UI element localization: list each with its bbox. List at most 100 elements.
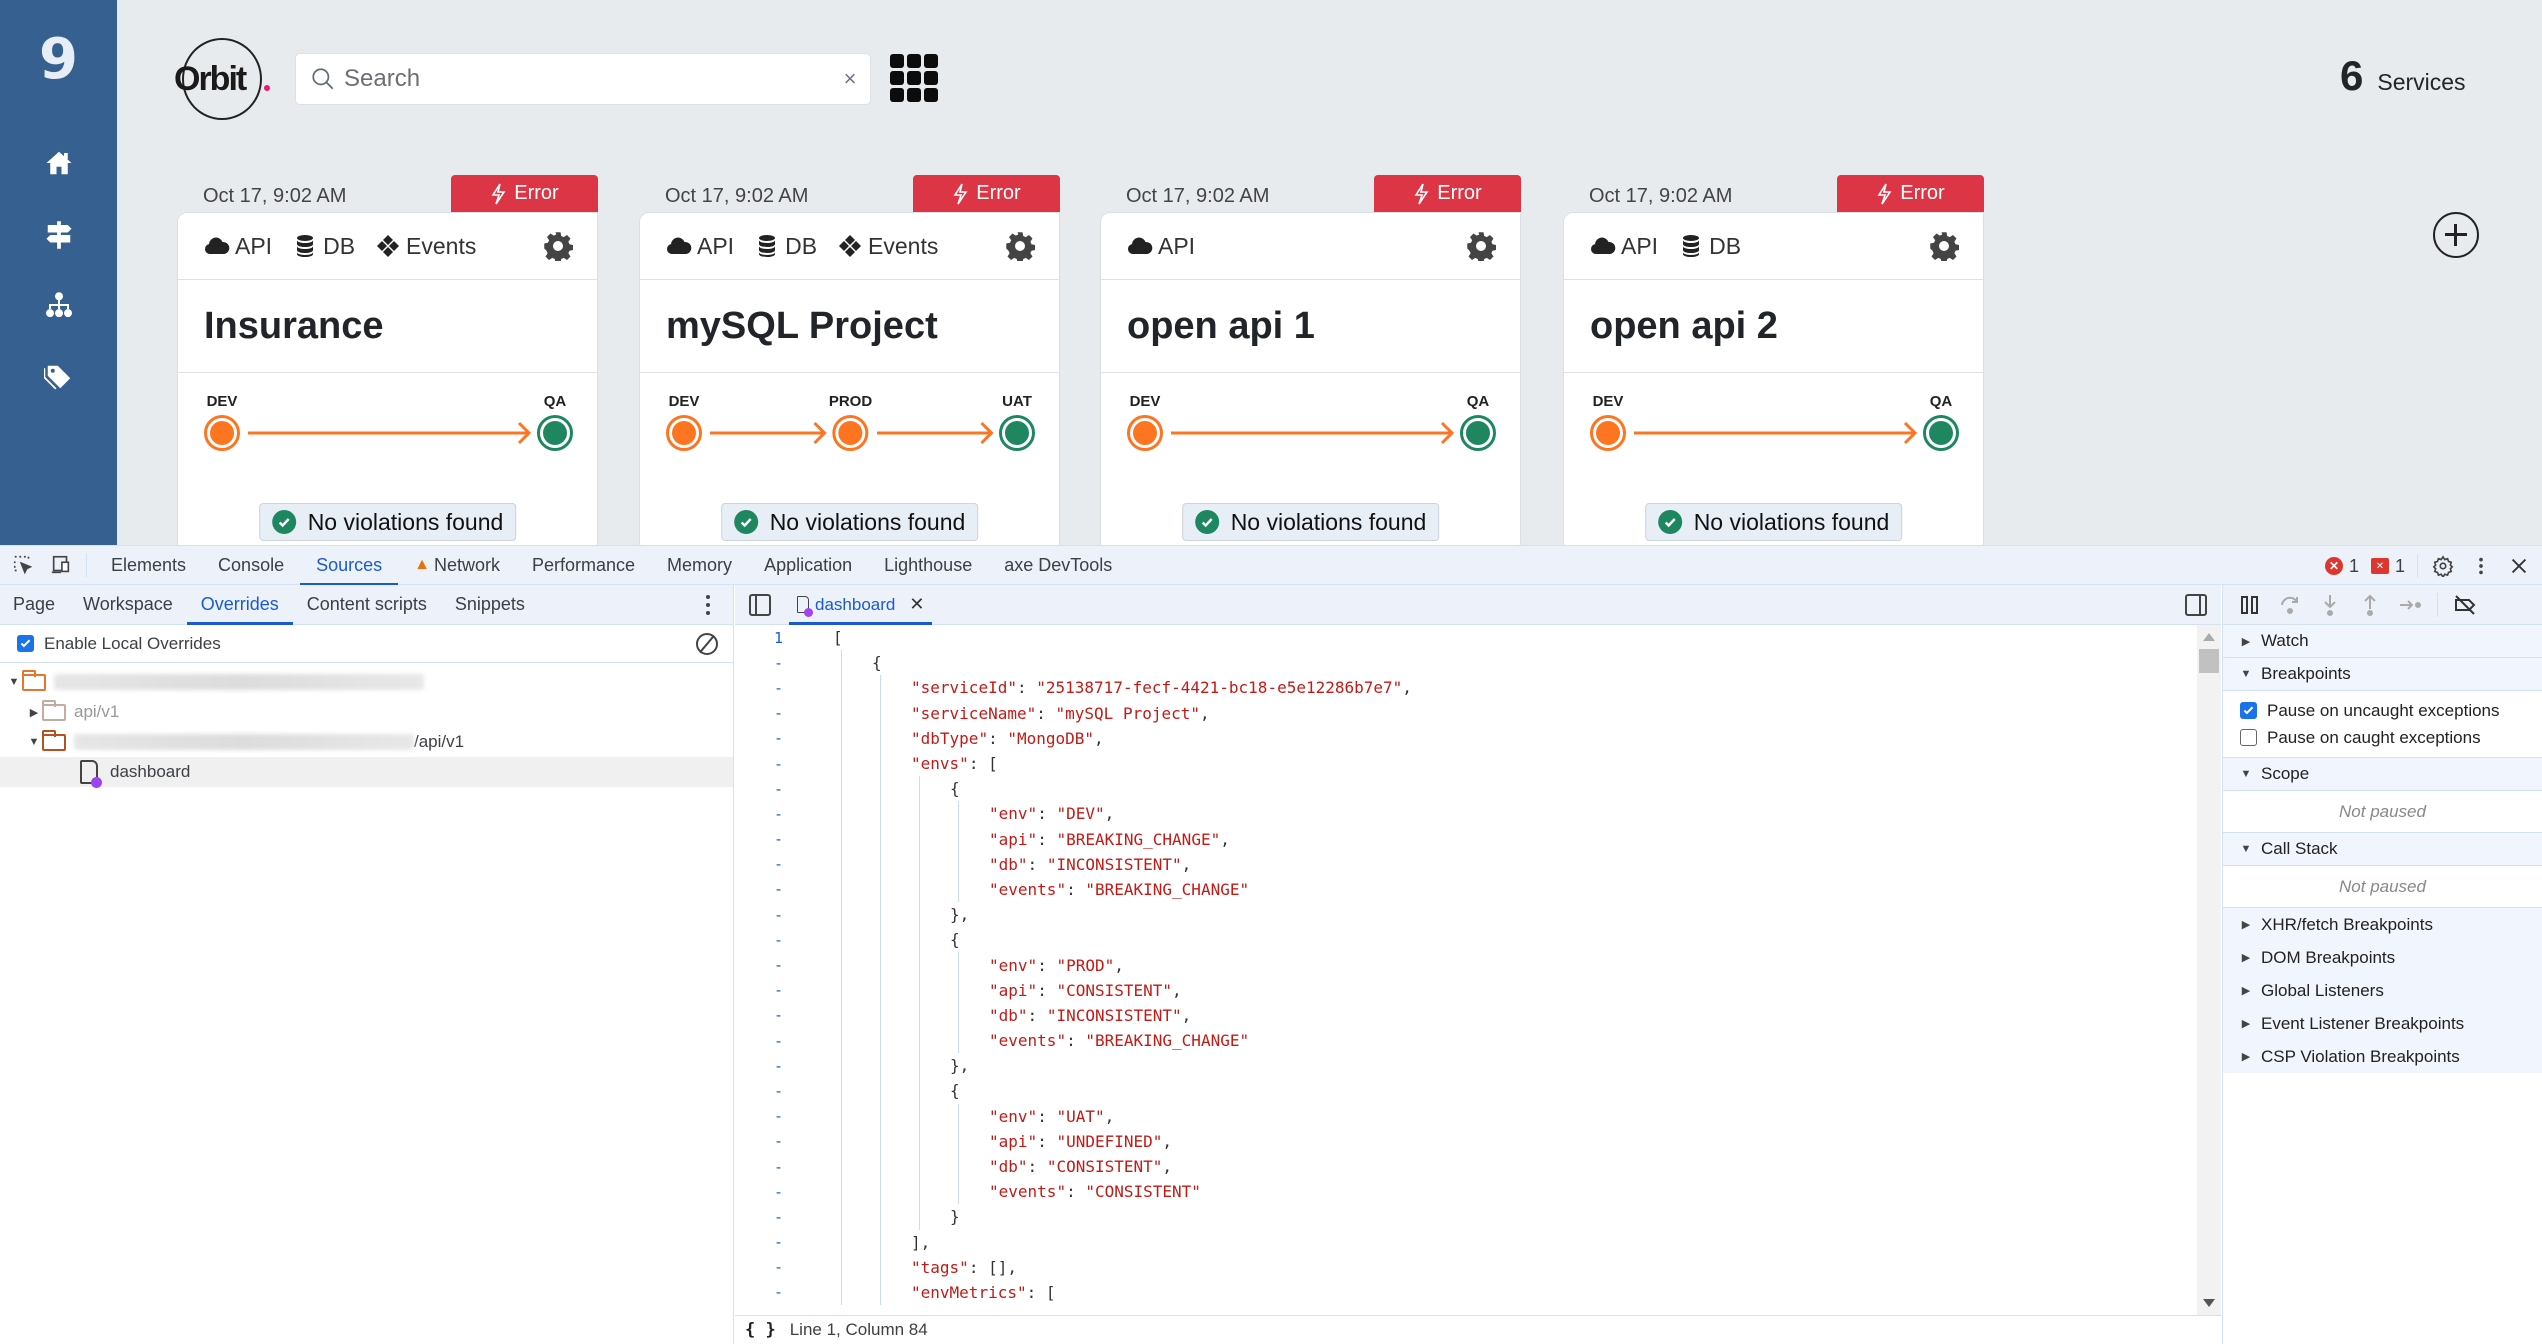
step-over-icon[interactable] [2277,592,2303,618]
error-status-badge[interactable]: Error [451,175,598,212]
service-card[interactable]: API open api 1 DEV QA No violations found [1100,212,1521,545]
navigator-tab-snippets[interactable]: Snippets [441,585,539,624]
service-card[interactable]: API DB open api 2 DEV QA No violations fou… [1563,212,1984,545]
sidebar-item-sitemap[interactable] [0,280,117,330]
section-dom-breakpoints[interactable]: ▶ DOM Breakpoints [2223,941,2542,974]
collapsed-arrow-icon[interactable]: ▶ [28,706,40,719]
tab-elements[interactable]: Elements [95,546,202,585]
tab-console[interactable]: Console [202,546,300,585]
scroll-up-arrow[interactable] [2203,633,2215,641]
pause-icon[interactable] [2237,592,2263,618]
clear-search-button[interactable]: × [830,66,870,92]
clear-overrides-icon[interactable] [696,633,718,655]
env-node-dev[interactable]: DEV [1590,393,1626,451]
unchecked-checkbox[interactable] [2240,729,2257,746]
tab-performance[interactable]: Performance [516,546,651,585]
toggle-navigator-icon[interactable] [749,593,771,616]
apps-grid-button[interactable] [890,54,938,102]
editor-tabs: dashboard ✕ [735,585,2221,625]
code-content[interactable]: 1[-{- "serviceId": "25138717-fecf-4421-bc… [735,625,2197,1315]
check-circle-icon [733,510,758,534]
error-counter[interactable]: ✕ 1 [2324,556,2359,577]
navigator-more-icon[interactable] [703,593,713,617]
tab-axe-devtools[interactable]: axe DevTools [988,546,1128,585]
section-csp-violation-breakpoints[interactable]: ▶ CSP Violation Breakpoints [2223,1040,2542,1073]
tree-file[interactable]: dashboard [0,757,733,788]
device-toolbar-icon[interactable] [48,552,74,578]
deactivate-breakpoints-icon[interactable] [2452,592,2478,618]
step-icon[interactable] [2397,592,2423,618]
step-out-icon[interactable] [2357,592,2383,618]
orbit-logo[interactable]: Orbit [172,38,272,120]
scroll-thumb[interactable] [2199,649,2219,673]
service-card[interactable]: API DB Events Insurance DEV QA No violation… [177,212,598,545]
logo-dot [264,85,270,91]
navigator-tab-page[interactable]: Page [0,585,69,624]
add-service-button[interactable] [2433,212,2479,258]
card-settings-gear-icon[interactable] [1005,231,1036,263]
editor-tab-dashboard[interactable]: dashboard ✕ [789,585,933,625]
indent-guide [919,826,920,852]
breakpoint-option[interactable]: Pause on caught exceptions [2223,724,2542,751]
env-node-dev[interactable]: DEV [1127,393,1163,451]
navigator-tab-overrides[interactable]: Overrides [186,585,293,625]
enable-overrides-checkbox[interactable] [17,635,34,652]
checked-checkbox[interactable] [2240,702,2257,719]
env-node-uat[interactable]: UAT [999,393,1035,451]
pretty-print-icon[interactable]: { } [745,1320,776,1340]
expanded-arrow-icon[interactable]: ▼ [8,676,20,688]
app-logo[interactable]: 9 [0,30,117,90]
section-watch[interactable]: ▶ Watch [2223,625,2542,658]
navigator-tab-content-scripts[interactable]: Content scripts [293,585,441,624]
inspect-element-icon[interactable] [10,552,36,578]
tab-lighthouse[interactable]: Lighthouse [868,546,988,585]
error-status-badge[interactable]: Error [913,175,1060,212]
tab-sources[interactable]: Sources [300,546,399,586]
sidebar-item-home[interactable] [0,138,117,188]
card-settings-gear-icon[interactable] [1466,231,1497,263]
env-node-dev[interactable]: DEV [666,393,702,451]
expanded-arrow-icon[interactable]: ▼ [28,736,40,748]
navigator-tab-workspace[interactable]: Workspace [69,585,187,624]
env-node-prod[interactable]: PROD [829,393,872,451]
card-settings-gear-icon[interactable] [543,231,574,263]
editor-scrollbar[interactable] [2197,625,2221,1315]
close-tab-icon[interactable]: ✕ [909,594,924,615]
more-options-icon[interactable] [2468,553,2494,579]
json-key: "db" [989,854,1028,874]
section-breakpoints[interactable]: ▼ Breakpoints [2223,658,2542,691]
lightning-icon [491,183,506,204]
tab-network[interactable]: ▲ Network [398,546,516,585]
close-devtools-icon[interactable] [2506,553,2532,579]
sidebar-item-tags[interactable] [0,352,117,402]
section-scope[interactable]: ▼ Scope [2223,758,2542,791]
section-xhr-fetch-breakpoints[interactable]: ▶ XHR/fetch Breakpoints [2223,908,2542,941]
section-global-listeners[interactable]: ▶ Global Listeners [2223,974,2542,1007]
card-settings-gear-icon[interactable] [1929,231,1960,263]
env-node-qa[interactable]: QA [1923,393,1959,451]
json-value: "CONSISTENT" [1085,1182,1201,1202]
tab-application[interactable]: Application [748,546,868,585]
tab-memory[interactable]: Memory [651,546,748,585]
issues-counter[interactable]: ✕ 1 [2370,556,2405,577]
scroll-down-arrow[interactable] [2203,1299,2215,1307]
tree-folder[interactable]: ▼ /api/v1 [0,727,733,757]
toggle-debugger-icon[interactable] [2185,594,2207,616]
env-node-dev[interactable]: DEV [204,393,240,451]
section-event-listener-breakpoints[interactable]: ▶ Event Listener Breakpoints [2223,1007,2542,1040]
env-node-qa[interactable]: QA [537,393,573,451]
tree-folder[interactable]: ▼ [0,667,733,697]
breakpoint-option[interactable]: Pause on uncaught exceptions [2223,697,2542,724]
json-value: "PROD" [1056,955,1115,975]
service-card[interactable]: API DB Events mySQL Project DEV PROD UAT No … [639,212,1060,545]
json-punctuation: }, [950,1056,970,1076]
env-node-qa[interactable]: QA [1460,393,1496,451]
settings-gear-icon[interactable] [2430,553,2456,579]
sidebar-item-signpost[interactable] [0,210,117,260]
tree-folder[interactable]: ▶ api/v1 [0,697,733,727]
step-into-icon[interactable] [2317,592,2343,618]
error-status-badge[interactable]: Error [1837,175,1984,212]
error-status-badge[interactable]: Error [1374,175,1521,212]
section-call-stack[interactable]: ▼ Call Stack [2223,833,2542,866]
search-input[interactable] [344,65,830,93]
